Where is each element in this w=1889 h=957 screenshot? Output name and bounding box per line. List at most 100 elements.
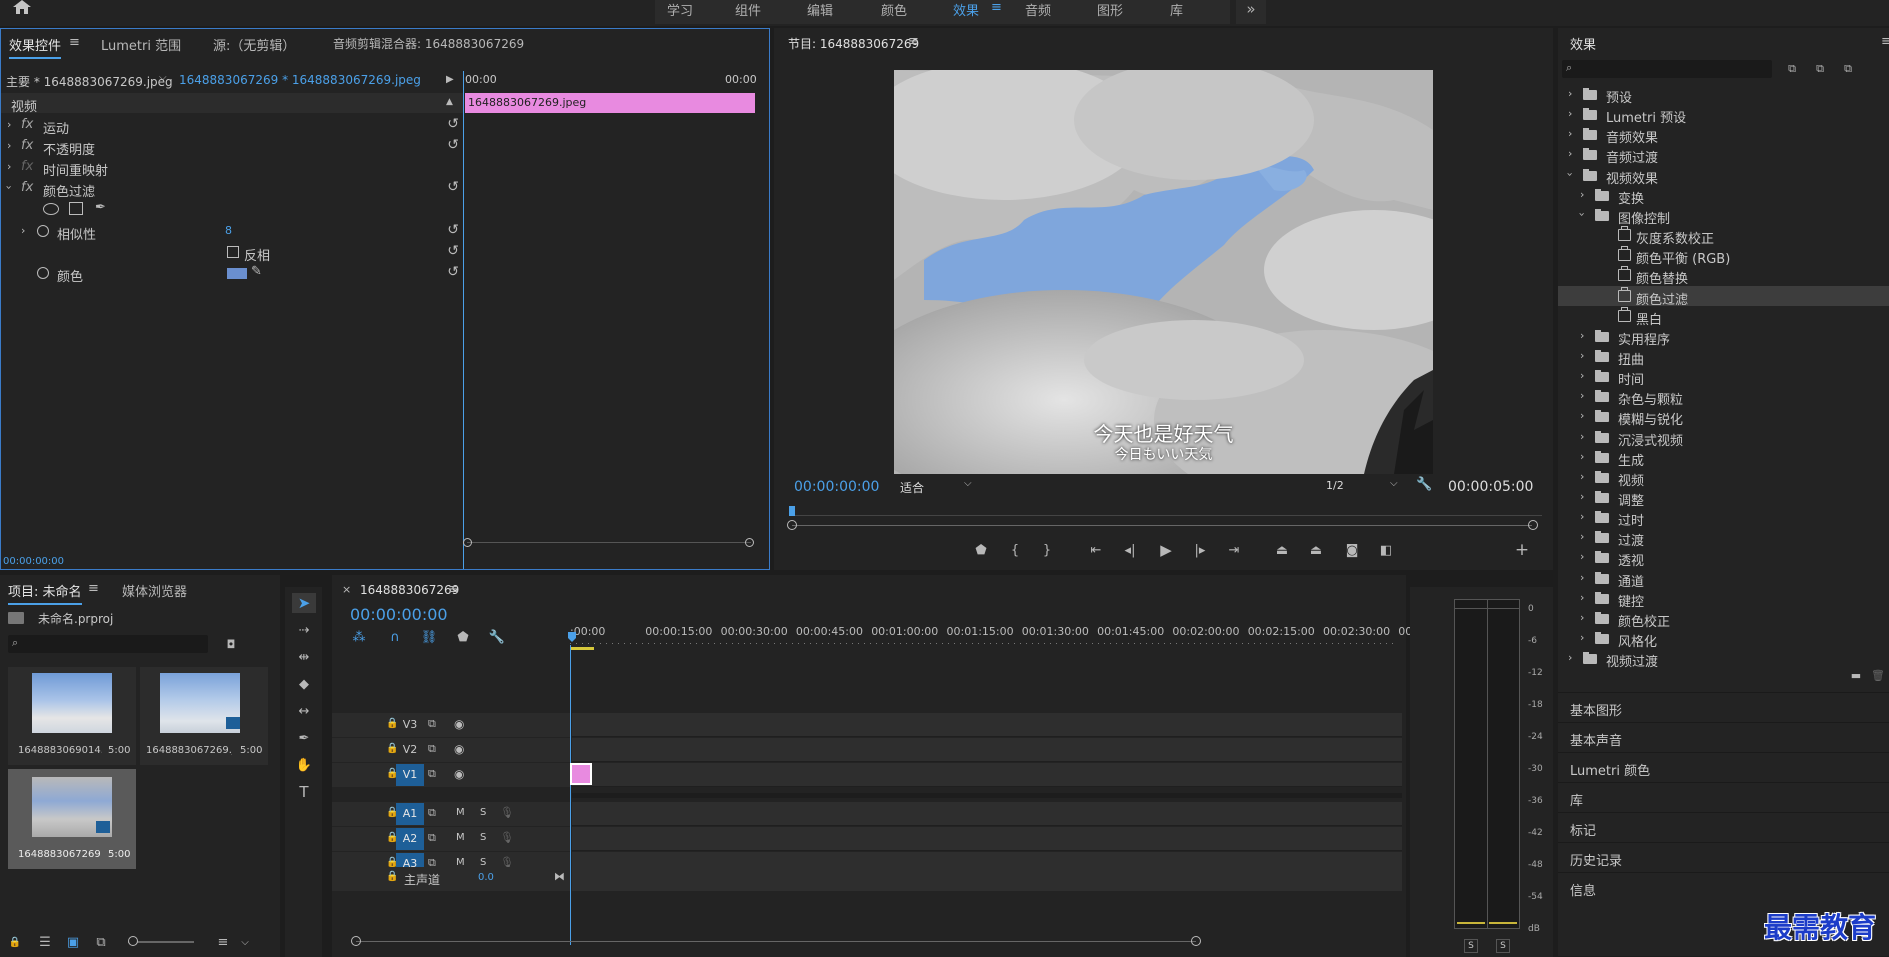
reset-icon[interactable]: ↺	[447, 179, 459, 195]
effect-tree-item[interactable]: › 过渡	[1558, 527, 1889, 549]
compare-view-icon[interactable]: ◧	[1376, 542, 1396, 558]
chevron-down-icon[interactable]: ›	[3, 185, 16, 189]
fx-icon[interactable]: fx	[21, 180, 33, 195]
playhead[interactable]	[789, 506, 795, 516]
sync-lock-icon[interactable]: ⧉	[428, 806, 436, 820]
track-select-tool-icon[interactable]: ⇢	[292, 620, 316, 640]
trash-icon[interactable]: 🗑	[1870, 668, 1886, 682]
panel-section-header[interactable]: Lumetri 颜色	[1558, 752, 1889, 781]
icon-view-icon[interactable]: ▣	[64, 935, 82, 950]
chevron-right-icon[interactable]: ›	[1580, 571, 1584, 584]
mute-button[interactable]: M	[456, 807, 465, 818]
chevron-right-icon[interactable]: ›	[7, 139, 11, 152]
tab-audio-clip-mixer[interactable]: 音频剪辑混合器: 1648883067269	[333, 35, 524, 52]
reset-icon[interactable]: ↺	[447, 137, 459, 153]
effect-tree-item[interactable]: › 变换	[1558, 185, 1889, 207]
tab-libraries[interactable]: 库	[1170, 0, 1183, 19]
sync-lock-icon[interactable]: ⧉	[428, 742, 436, 756]
chevron-down-icon[interactable]: ›	[1564, 172, 1577, 176]
sync-lock-icon[interactable]: ⧉	[428, 831, 436, 845]
tab-media-browser[interactable]: 媒体浏览器	[122, 581, 187, 600]
scroll-handle-right[interactable]	[745, 538, 754, 547]
scroll-handle-left[interactable]	[351, 936, 361, 946]
effects-search-input[interactable]: ⌕	[1562, 60, 1772, 78]
effect-row-color-filter[interactable]: › fx 颜色过滤 ↺	[1, 178, 463, 200]
sync-lock-icon[interactable]: ⧉	[428, 717, 436, 731]
reset-icon[interactable]: ↺	[447, 243, 459, 259]
fx-icon[interactable]: fx	[21, 138, 33, 153]
chevron-right-icon[interactable]: ›	[1568, 87, 1572, 100]
eye-icon[interactable]: ◉	[454, 742, 464, 756]
sequence-clip-label[interactable]: 1648883067269 * 1648883067269.jpeg	[179, 73, 421, 87]
chevron-right-icon[interactable]: ›	[1580, 409, 1584, 422]
panel-menu-icon[interactable]: ≡	[1881, 34, 1889, 49]
effect-tree-item[interactable]: › 沉浸式视频	[1558, 427, 1889, 449]
scroll-handle-left[interactable]	[787, 520, 797, 530]
scroll-handle-right[interactable]	[1528, 520, 1538, 530]
track-lane[interactable]	[572, 738, 1402, 762]
tab-assembly[interactable]: 组件	[735, 0, 761, 19]
tab-effect-controls[interactable]: 效果控件	[9, 35, 62, 59]
effect-row-opacity[interactable]: › fx 不透明度 ↺	[1, 136, 463, 158]
32bit-effects-icon[interactable]: ⧉	[1810, 60, 1830, 78]
track-lane[interactable]	[572, 802, 1402, 826]
chevron-down-icon[interactable]: ⌵	[238, 935, 252, 949]
effect-tree-item[interactable]: › 视频	[1558, 467, 1889, 489]
list-view-icon[interactable]: ☰	[36, 935, 54, 950]
tab-graphics[interactable]: 图形	[1097, 0, 1123, 19]
lock-icon[interactable]: 🔒	[8, 935, 22, 949]
more-workspaces-button[interactable]: »	[1236, 0, 1266, 24]
tab-learn[interactable]: 学习	[667, 0, 693, 19]
yuv-effects-icon[interactable]: ⧉	[1838, 60, 1858, 78]
timeline-clip[interactable]	[570, 763, 592, 785]
effect-tree-item[interactable]: › 透视	[1558, 547, 1889, 569]
effect-tree-item[interactable]: 颜色过滤	[1558, 285, 1889, 308]
ellipse-mask-icon[interactable]	[43, 203, 59, 215]
clip-bar[interactable]: 1648883067269.jpeg	[465, 93, 755, 113]
reset-icon[interactable]: ↺	[447, 222, 459, 238]
solo-right-button[interactable]: S	[1496, 939, 1510, 953]
ec-timecode[interactable]: 00:00:00:00	[3, 556, 64, 567]
razor-tool-icon[interactable]: ◆	[292, 674, 316, 694]
video-preview[interactable]: 今天也是好天气 今日もいい天気	[894, 70, 1433, 474]
effect-tree-item[interactable]: › 模糊与锐化	[1558, 406, 1889, 428]
sort-icon[interactable]: ≡	[214, 935, 232, 950]
find-icon[interactable]: ◘	[222, 635, 240, 653]
chevron-right-icon[interactable]: ›	[1580, 490, 1584, 503]
accelerated-effects-icon[interactable]: ⧉	[1782, 60, 1802, 78]
play-only-icon[interactable]: ▶	[446, 74, 454, 85]
go-to-end-icon[interactable]: ⧓	[554, 870, 565, 883]
hand-tool-icon[interactable]: ✋	[292, 755, 316, 775]
effect-tree-item[interactable]: › 视频效果	[1558, 165, 1889, 187]
eye-icon[interactable]: ◉	[454, 717, 464, 731]
tab-source[interactable]: 源:（无剪辑）	[213, 35, 295, 54]
eyedropper-icon[interactable]: ✎	[251, 264, 262, 279]
reset-icon[interactable]: ↺	[447, 264, 459, 280]
chevron-right-icon[interactable]: ›	[1568, 651, 1572, 664]
panel-section-header[interactable]: 标记	[1558, 812, 1889, 841]
panel-section-header[interactable]: 信息	[1558, 872, 1889, 901]
effect-tree-item[interactable]: › 图像控制	[1558, 205, 1889, 227]
collapse-icon[interactable]: ▲	[446, 97, 453, 107]
zoom-scrollbar[interactable]	[792, 525, 1532, 526]
fx-icon[interactable]: fx	[21, 117, 33, 132]
track-target-a2[interactable]: A2	[396, 828, 424, 850]
track-target-v2[interactable]: V2	[396, 739, 424, 761]
invert-checkbox[interactable]	[227, 246, 239, 258]
chevron-right-icon[interactable]: ›	[21, 224, 25, 237]
camera-icon[interactable]: ◙	[1342, 542, 1362, 558]
quality-dropdown[interactable]: 1/2 ⌵	[1326, 477, 1406, 495]
media-item[interactable]: 1648883069014.jp... 5:00	[8, 667, 136, 765]
track-target-v3[interactable]: V3	[396, 714, 424, 736]
chevron-right-icon[interactable]: ›	[1580, 389, 1584, 402]
effect-row-time-remap[interactable]: › fx 时间重映射	[1, 157, 463, 179]
effect-tree-item[interactable]: › 扭曲	[1558, 346, 1889, 368]
stopwatch-icon[interactable]	[37, 267, 49, 279]
ripple-edit-tool-icon[interactable]: ⇹	[292, 647, 316, 667]
chevron-right-icon[interactable]: ›	[7, 160, 11, 173]
tab-color[interactable]: 颜色	[881, 0, 907, 19]
reset-icon[interactable]: ↺	[447, 116, 459, 132]
effect-tree-item[interactable]: 颜色平衡 (RGB)	[1558, 245, 1889, 267]
pen-tool-icon[interactable]: ✒	[292, 728, 316, 748]
track-lane[interactable]	[572, 713, 1402, 737]
